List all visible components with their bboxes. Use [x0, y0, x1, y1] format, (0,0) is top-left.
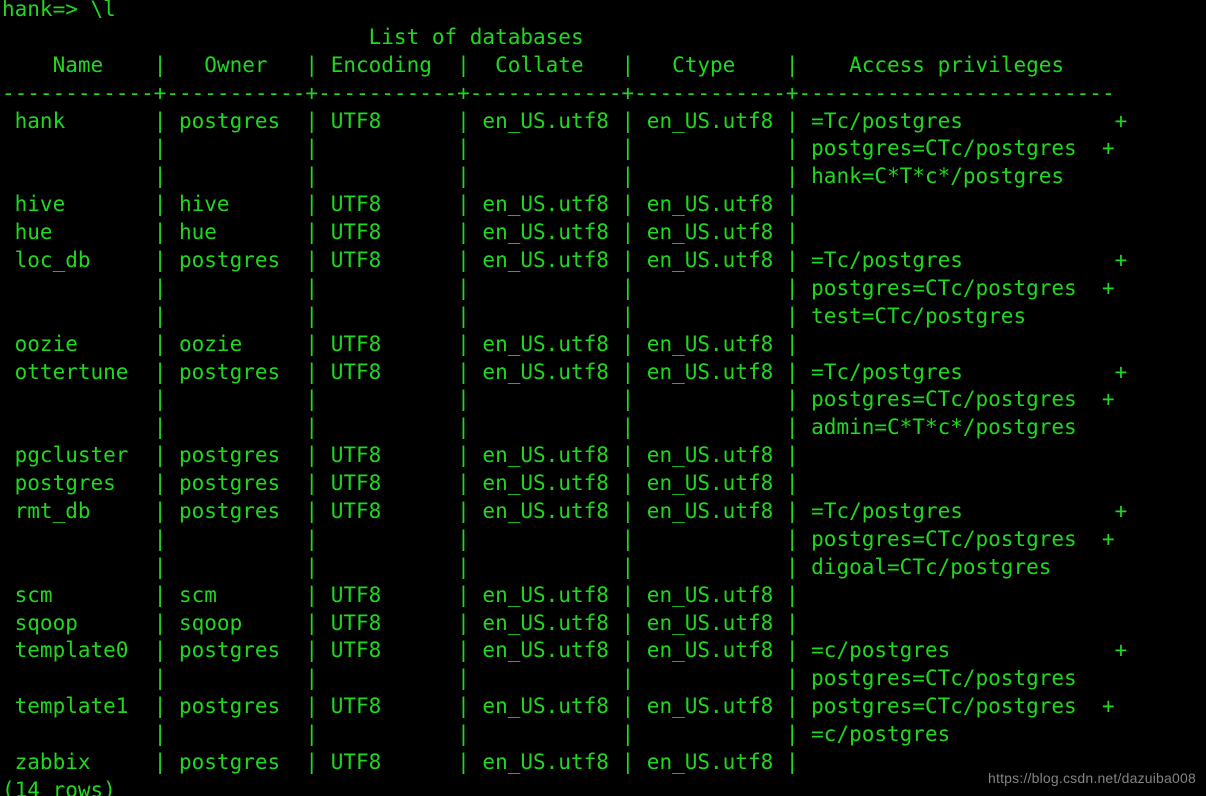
table-row: | | | | | =c/postgres: [2, 722, 951, 747]
table-row: zabbix | postgres | UTF8 | en_US.utf8 | …: [2, 750, 799, 775]
row-count-footer: (14 rows): [2, 777, 116, 796]
table-separator: ------------+-----------+-----------+---…: [2, 80, 1115, 105]
table-row: oozie | oozie | UTF8 | en_US.utf8 | en_U…: [2, 331, 799, 356]
table-row: | | | | | admin=C*T*c*/postgres: [2, 415, 1077, 440]
table-row: rmt_db | postgres | UTF8 | en_US.utf8 | …: [2, 499, 1128, 524]
table-row: | | | | | postgres=CTc/postgres +: [2, 275, 1115, 300]
table-row: | | | | | postgres=CTc/postgres: [2, 666, 1077, 691]
watermark-text: https://blog.csdn.net/dazuiba008: [988, 770, 1196, 786]
terminal-output: hank=> \l List of databases Name | Owner…: [2, 0, 1127, 796]
table-row: | | | | | postgres=CTc/postgres +: [2, 526, 1115, 551]
table-row: hank | postgres | UTF8 | en_US.utf8 | en…: [2, 108, 1128, 133]
table-row: postgres | postgres | UTF8 | en_US.utf8 …: [2, 471, 799, 496]
table-row: pgcluster | postgres | UTF8 | en_US.utf8…: [2, 443, 799, 468]
table-row: | | | | | hank=C*T*c*/postgres: [2, 164, 1065, 189]
table-row: loc_db | postgres | UTF8 | en_US.utf8 | …: [2, 248, 1128, 273]
terminal-window[interactable]: hank=> \l List of databases Name | Owner…: [0, 0, 1206, 796]
table-header: Name | Owner | Encoding | Collate | Ctyp…: [2, 52, 1065, 77]
table-row: sqoop | sqoop | UTF8 | en_US.utf8 | en_U…: [2, 610, 799, 635]
table-title: List of databases: [2, 24, 584, 49]
prompt-line: hank=> \l: [2, 0, 116, 21]
table-row: | | | | | test=CTc/postgres: [2, 303, 1027, 328]
table-row: hive | hive | UTF8 | en_US.utf8 | en_US.…: [2, 192, 799, 217]
table-row: | | | | | postgres=CTc/postgres +: [2, 136, 1115, 161]
table-row: scm | scm | UTF8 | en_US.utf8 | en_US.ut…: [2, 582, 799, 607]
table-row: template0 | postgres | UTF8 | en_US.utf8…: [2, 638, 1128, 663]
table-row: hue | hue | UTF8 | en_US.utf8 | en_US.ut…: [2, 220, 799, 245]
table-row: | | | | | postgres=CTc/postgres +: [2, 387, 1115, 412]
table-row: ottertune | postgres | UTF8 | en_US.utf8…: [2, 359, 1128, 384]
table-row: template1 | postgres | UTF8 | en_US.utf8…: [2, 694, 1115, 719]
table-row: | | | | | digoal=CTc/postgres: [2, 554, 1052, 579]
